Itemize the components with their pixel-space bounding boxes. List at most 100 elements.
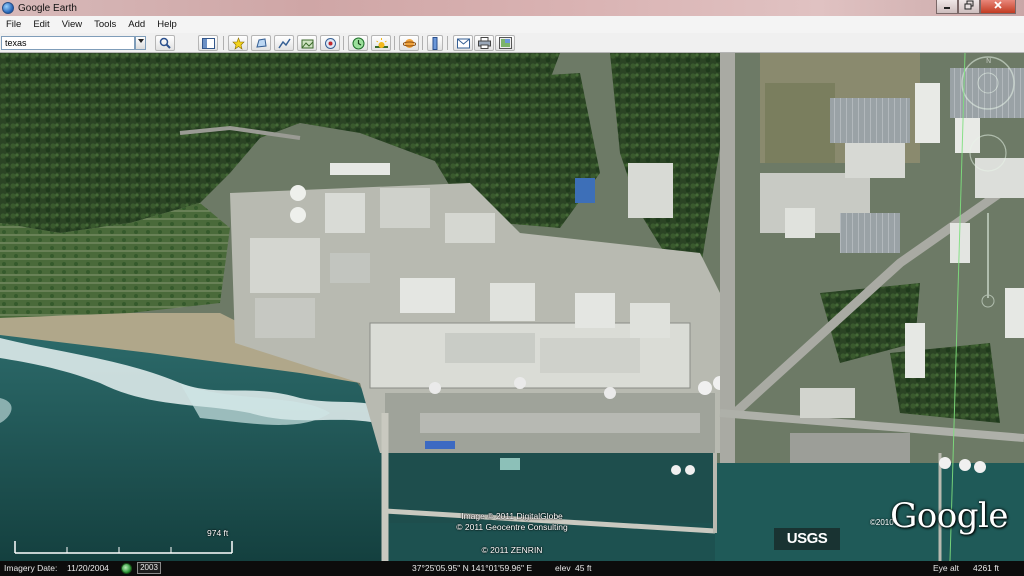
map-viewport[interactable]: N 974 ft Image © 2011 DigitalGlobe © 201… [0,53,1024,561]
road [720,53,735,463]
add-path-button[interactable] [274,35,294,51]
close-icon [994,1,1002,9]
historical-imagery-icon[interactable] [121,563,132,574]
sunlight-icon [374,37,388,48]
imagery-credit: © 2011 ZENRIN [481,545,543,555]
coordinates-readout: 37°25'05.95" N 141°01'59.96" E [412,563,533,573]
placemark-icon [231,36,245,50]
polygon-icon [255,37,267,48]
menu-add[interactable]: Add [122,19,151,30]
chevron-down-icon [137,39,144,43]
add-image-overlay-button[interactable] [297,35,317,51]
tour-icon [324,37,336,49]
storage-tank [604,387,616,399]
structure [500,458,520,470]
usgs-logo: USGS [774,528,840,550]
status-bar: Imagery Date: 11/20/2004 2003 37°25'05.9… [0,561,1024,576]
storage-tank [290,207,306,223]
storage-tank [514,377,526,389]
record-tour-button[interactable] [320,35,340,51]
minimize-icon [944,7,950,9]
compass-north-icon[interactable]: N [986,57,991,65]
path-icon [277,38,291,48]
reactor-building [575,293,615,328]
storage-tank [698,381,712,395]
satellite-imagery: N [0,53,1024,561]
building [785,208,815,238]
parking-lot [830,98,910,143]
storage-tank [429,382,441,394]
storage-tank [290,185,306,201]
sidebar-icon [201,37,215,49]
menu-tools[interactable]: Tools [88,19,122,30]
paved-area [790,433,910,463]
search-history-dropdown[interactable] [135,36,146,50]
title-bar: Google Earth [0,0,1024,16]
ruler-button[interactable] [427,35,443,51]
storage-tank [939,457,951,469]
print-icon [477,37,491,49]
historical-imagery-button[interactable] [348,35,368,51]
storage-tank [974,461,986,473]
history-year-button[interactable]: 2003 [137,562,161,574]
clock-icon [352,37,364,49]
restore-button[interactable] [958,0,980,14]
maps-icon [498,37,512,49]
menu-file[interactable]: File [0,19,27,30]
search-icon [159,37,171,49]
menu-view[interactable]: View [56,19,88,30]
field [765,83,835,163]
building [800,388,855,418]
sunlight-button[interactable] [371,35,391,51]
imagery-date-value: 11/20/2004 [67,563,109,573]
ruler-icon [432,36,438,50]
yard-structures [420,413,700,433]
toolbar-separator [343,36,344,50]
building [845,143,905,178]
reactor-building [490,283,535,321]
sidebar-toggle-button[interactable] [198,35,218,51]
building [905,323,925,378]
building [445,213,495,243]
storage-tank [685,465,695,475]
minimize-button[interactable] [936,0,958,14]
eye-altitude-label: Eye alt [933,563,959,573]
window-controls [936,0,1016,14]
reactor-building [400,278,455,313]
add-placemark-button[interactable] [228,35,248,51]
view-in-maps-button[interactable] [495,35,515,51]
storage-tank [671,465,681,475]
close-button[interactable] [980,0,1016,14]
building [330,253,370,283]
search-input[interactable] [1,36,135,50]
building [250,238,320,293]
eye-altitude-value: 4261 ft [973,563,999,573]
window-title: Google Earth [18,2,77,14]
search-button[interactable] [155,35,175,51]
image-overlay-icon [301,39,313,48]
blue-structure [425,441,455,449]
menu-edit[interactable]: Edit [27,19,55,30]
history-year: 2003 [140,563,158,572]
planet-icon [402,38,416,48]
email-button[interactable] [453,35,473,51]
reactor-building [630,303,670,338]
building [915,83,940,143]
building [628,163,673,218]
storage-tank [959,459,971,471]
menu-help[interactable]: Help [151,19,183,30]
building [975,158,1024,198]
parking-lot [840,213,900,253]
elevation-value: 45 ft [575,563,592,573]
blue-roof-building [575,178,595,203]
building [330,163,390,175]
add-polygon-button[interactable] [251,35,271,51]
building [445,333,535,363]
print-button[interactable] [474,35,494,51]
building [255,298,315,338]
toolbar-separator [422,36,423,50]
switch-planet-button[interactable] [399,35,419,51]
building [380,188,430,228]
toolbar-separator [394,36,395,50]
imagery-date-label: Imagery Date: [4,563,58,573]
